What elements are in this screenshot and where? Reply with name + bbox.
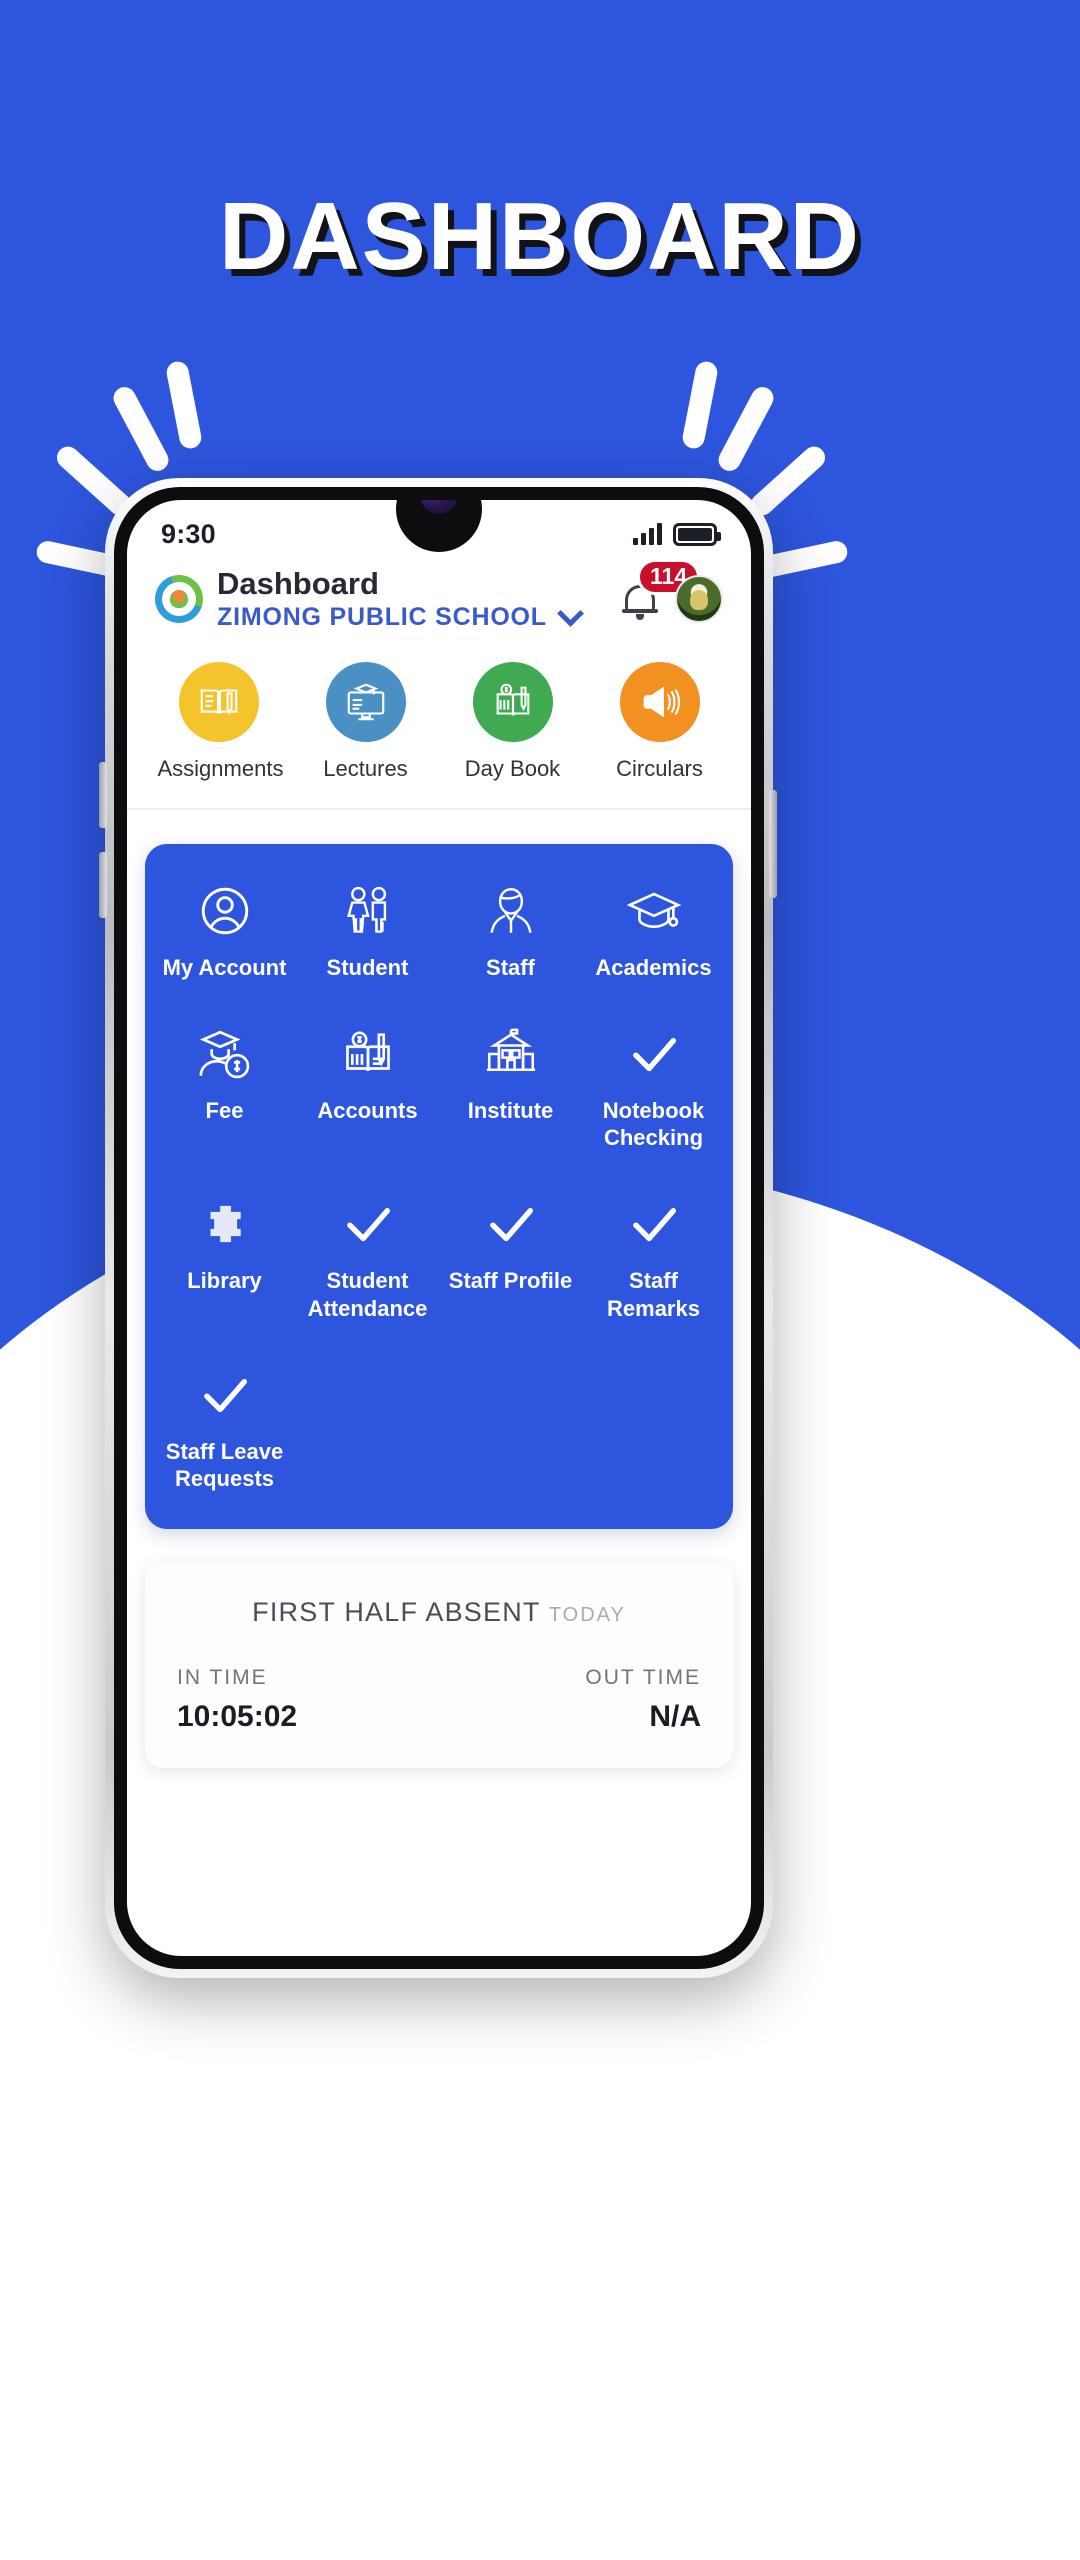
monitor-graduation-cap-icon — [347, 683, 384, 720]
chevron-down-icon[interactable] — [556, 599, 584, 627]
attendance-status: FIRST HALF ABSENT — [252, 1596, 541, 1627]
menu-item-notebook-checking[interactable]: Notebook Checking — [582, 1021, 725, 1152]
menu-item-fee[interactable]: Fee — [153, 1021, 296, 1152]
quick-action-label: Circulars — [616, 755, 703, 781]
power-button[interactable] — [769, 790, 777, 898]
in-time-value: 10:05:02 — [177, 1699, 298, 1733]
battery-icon — [673, 522, 721, 546]
volume-down-button[interactable] — [99, 852, 107, 918]
quick-action-circulars[interactable]: Circulars — [599, 661, 721, 782]
check-icon — [443, 1191, 578, 1253]
menu-item-academics[interactable]: Academics — [582, 878, 725, 981]
menu-item-institute[interactable]: Institute — [439, 1021, 582, 1152]
megaphone-icon — [643, 686, 680, 718]
in-time-label: IN TIME — [177, 1665, 268, 1689]
school-logo-icon — [155, 574, 203, 623]
menu-item-label: Institute — [467, 1097, 554, 1123]
bell-icon[interactable]: 114 — [621, 558, 701, 620]
out-time-value: N/A — [649, 1699, 701, 1733]
menu-item-label: Library — [187, 1268, 262, 1294]
menu-item-label: Fee — [205, 1097, 244, 1123]
menu-item-my-account[interactable]: My Account — [153, 878, 296, 981]
quick-action-day-book[interactable]: Day Book — [452, 661, 574, 782]
out-time-block: OUT TIME N/A — [585, 1666, 701, 1734]
in-time-block: IN TIME 10:05:02 — [177, 1666, 297, 1734]
library-books-icon — [157, 1191, 292, 1253]
out-time-label: OUT TIME — [585, 1665, 701, 1689]
menu-item-label: Accounts — [317, 1097, 418, 1123]
menu-item-label: Academics — [595, 954, 712, 980]
menu-item-library[interactable]: Library — [153, 1191, 296, 1322]
camera-notch — [347, 500, 531, 556]
attendance-card: FIRST HALF ABSENT TODAY IN TIME 10:05:02… — [145, 1560, 733, 1768]
staff-person-icon — [443, 878, 578, 940]
menu-item-accounts[interactable]: Accounts — [296, 1021, 439, 1152]
avatar[interactable] — [675, 574, 723, 623]
menu-item-label: Staff — [486, 954, 535, 980]
menu-item-student[interactable]: Student — [296, 878, 439, 981]
phone-mockup: 9:30 Dashboard ZIMONG PUBLIC SCHOOL 114 — [105, 478, 773, 1978]
assignments-icon-circle — [178, 661, 259, 742]
menu-item-label: Student — [326, 954, 409, 980]
menu-item-label: My Account — [162, 954, 287, 980]
volume-up-button[interactable] — [99, 762, 107, 828]
signal-bars-icon — [633, 523, 662, 545]
menu-item-student-attendance[interactable]: Student Attendance — [296, 1191, 439, 1322]
quick-action-label: Assignments — [157, 755, 284, 781]
app-bar: Dashboard ZIMONG PUBLIC SCHOOL 114 — [127, 558, 751, 646]
page-title: DASHBOARD — [219, 183, 861, 290]
circulars-icon-circle — [619, 661, 700, 742]
attendance-status-row: FIRST HALF ABSENT TODAY — [177, 1597, 701, 1628]
main-menu-card: My Account Student Staff Academics Fee A… — [145, 843, 733, 1529]
menu-item-staff-profile[interactable]: Staff Profile — [439, 1191, 582, 1322]
menu-item-label: Staff Leave Requests — [165, 1438, 284, 1492]
school-selector[interactable]: ZIMONG PUBLIC SCHOOL — [217, 599, 584, 632]
phone-screen: 9:30 Dashboard ZIMONG PUBLIC SCHOOL 114 — [127, 500, 751, 1956]
check-icon — [586, 1191, 721, 1253]
check-icon — [300, 1191, 435, 1253]
menu-item-staff[interactable]: Staff — [439, 878, 582, 981]
quick-actions-row: Assignments Lectures Day Book Circulars — [127, 646, 751, 810]
ledger-money-pen-icon — [300, 1021, 435, 1083]
status-time: 9:30 — [161, 518, 216, 549]
menu-item-label: Staff Profile — [448, 1268, 573, 1294]
graduate-dollar-icon — [157, 1021, 292, 1083]
menu-item-label: Student Attendance — [307, 1268, 428, 1321]
library-glyph — [210, 1206, 241, 1243]
quick-action-assignments[interactable]: Assignments — [157, 661, 284, 782]
quick-action-label: Lectures — [323, 755, 408, 781]
menu-item-label: Staff Remarks — [607, 1268, 700, 1321]
menu-item-staff-leave-requests[interactable]: Staff Leave Requests — [153, 1362, 296, 1493]
two-students-icon — [300, 878, 435, 940]
lectures-icon-circle — [325, 661, 406, 742]
quick-action-label: Day Book — [464, 755, 561, 781]
user-circle-icon — [157, 878, 292, 940]
day-book-icon-circle — [472, 661, 553, 742]
school-building-icon — [443, 1021, 578, 1083]
graduation-cap-icon — [586, 878, 721, 940]
ledger-money-pen-icon — [496, 683, 529, 716]
attendance-period: TODAY — [548, 1603, 626, 1626]
check-icon — [586, 1021, 721, 1083]
menu-item-label: Notebook Checking — [602, 1097, 705, 1151]
book-pencil-icon — [200, 689, 237, 715]
front-camera-icon — [420, 500, 458, 514]
school-name-label: ZIMONG PUBLIC SCHOOL — [217, 602, 547, 631]
app-title: Dashboard — [217, 566, 379, 601]
check-icon — [157, 1362, 292, 1424]
quick-action-lectures[interactable]: Lectures — [305, 661, 427, 782]
menu-item-staff-remarks[interactable]: Staff Remarks — [582, 1191, 725, 1322]
